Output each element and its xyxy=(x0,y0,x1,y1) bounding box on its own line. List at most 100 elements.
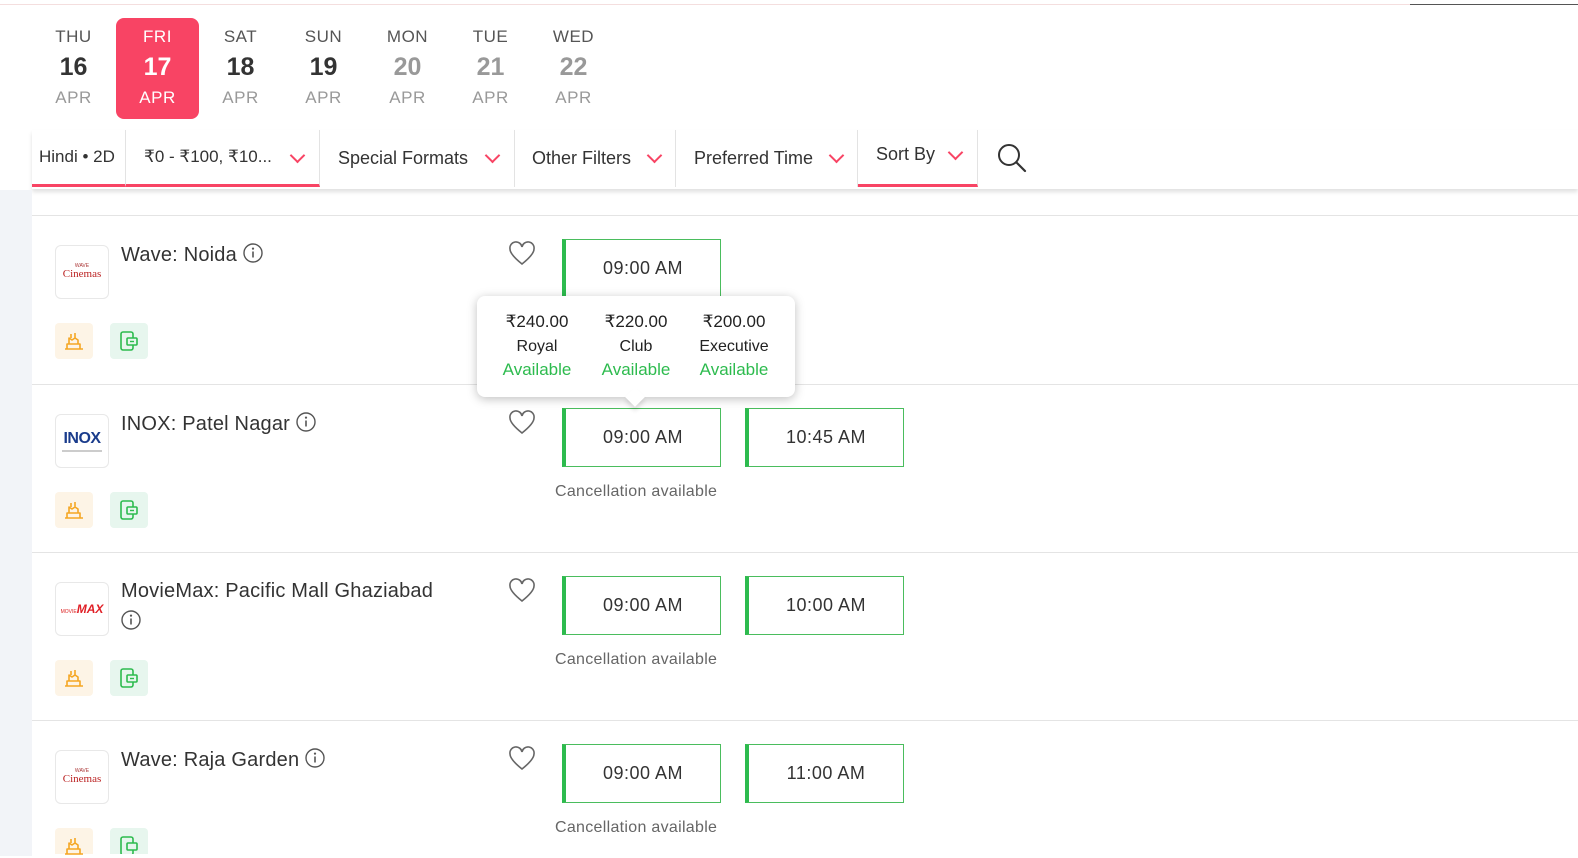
date-number: 21 xyxy=(476,53,505,81)
date-dow: WED xyxy=(552,27,595,46)
food-beverage-icon xyxy=(55,660,93,696)
chevron-down-icon xyxy=(289,147,306,164)
logo-text: MAX xyxy=(76,602,104,616)
logo-text: Cinemas xyxy=(62,268,102,280)
date-dow: SUN xyxy=(304,27,343,46)
food-beverage-icon xyxy=(55,323,93,359)
showtime-button[interactable]: 09:00 AM xyxy=(562,576,721,635)
search-icon[interactable] xyxy=(997,143,1027,173)
tooltip-seat-class: ₹240.00 Royal Available xyxy=(487,312,587,380)
showtime-button[interactable]: 10:45 AM xyxy=(745,408,904,467)
special-formats-filter[interactable]: Special Formats xyxy=(320,130,515,187)
venue-name[interactable]: MovieMax: Pacific Mall Ghaziabad xyxy=(121,580,433,636)
seat-price: ₹240.00 xyxy=(505,312,569,331)
cancellation-note: Cancellation available xyxy=(555,819,718,836)
seat-availability: Available xyxy=(699,360,769,379)
price-filter[interactable]: ₹0 - ₹100, ₹10... xyxy=(126,130,320,187)
favorite-heart-icon[interactable] xyxy=(508,578,536,604)
logo-text: INOX xyxy=(63,429,101,447)
venue-logo-inox: INOX xyxy=(55,414,109,468)
date-item-mon-20[interactable]: MON 20 APR xyxy=(366,18,449,119)
showtime-button[interactable]: 10:00 AM xyxy=(745,576,904,635)
date-number: 22 xyxy=(559,53,588,81)
date-number: 19 xyxy=(309,53,338,81)
showtime-button[interactable]: 09:00 AM xyxy=(562,239,721,298)
venue-name-text: Wave: Raja Garden xyxy=(121,749,300,771)
date-item-tue-21[interactable]: TUE 21 APR xyxy=(449,18,532,119)
info-icon[interactable] xyxy=(305,748,325,768)
cancellation-note: Cancellation available xyxy=(555,651,718,668)
language-format-filter[interactable]: Hindi • 2D xyxy=(32,130,126,187)
date-month: APR xyxy=(305,88,342,107)
date-month: APR xyxy=(472,88,509,107)
info-icon[interactable] xyxy=(121,610,141,630)
language-format-label: Hindi • 2D xyxy=(39,147,115,166)
logo-small-text: MOVIE xyxy=(60,609,77,615)
venue-name-text: INOX: Patel Nagar xyxy=(121,413,291,435)
venue-row-inox-patel-nagar: INOX INOX: Patel Nagar 09:00 AM 10:45 AM… xyxy=(32,384,1578,552)
date-dow: FRI xyxy=(143,27,172,46)
seat-price: ₹200.00 xyxy=(702,312,766,331)
m-ticket-icon xyxy=(110,492,148,528)
date-number: 20 xyxy=(393,53,422,81)
m-ticket-icon xyxy=(110,660,148,696)
food-beverage-icon xyxy=(55,492,93,528)
left-rail xyxy=(0,190,32,856)
date-item-thu-16[interactable]: THU 16 APR xyxy=(32,18,115,119)
special-formats-label: Special Formats xyxy=(338,148,469,168)
sort-by-filter[interactable]: Sort By xyxy=(858,130,978,187)
venue-row-moviemax-pacific-mall: MOVIEMAX MovieMax: Pacific Mall Ghaziaba… xyxy=(32,552,1578,720)
cancellation-note: Cancellation available xyxy=(555,483,718,500)
sort-by-label: Sort By xyxy=(876,143,936,164)
info-icon[interactable] xyxy=(296,412,316,432)
top-divider xyxy=(0,4,1410,5)
venue-name-text: Wave: Noida xyxy=(121,244,237,266)
info-icon[interactable] xyxy=(243,243,263,263)
date-number: 16 xyxy=(59,53,88,81)
price-filter-label: ₹0 - ₹100, ₹10... xyxy=(144,147,272,166)
venue-logo-moviemax: MOVIEMAX xyxy=(55,582,109,636)
venue-name[interactable]: Wave: Noida xyxy=(121,243,263,267)
date-month: APR xyxy=(222,88,259,107)
date-month: APR xyxy=(389,88,426,107)
venue-name[interactable]: INOX: Patel Nagar xyxy=(121,412,316,436)
showtime-button[interactable]: 11:00 AM xyxy=(745,744,904,803)
preferred-time-filter[interactable]: Preferred Time xyxy=(676,130,858,187)
date-item-sun-19[interactable]: SUN 19 APR xyxy=(282,18,365,119)
chevron-down-icon xyxy=(828,147,845,164)
date-dow: SAT xyxy=(223,27,258,46)
venue-logo-wave: WAVE Cinemas xyxy=(55,750,109,804)
seat-price: ₹220.00 xyxy=(604,312,668,331)
seat-availability: Available xyxy=(502,360,572,379)
date-month: APR xyxy=(55,88,92,107)
venue-name-text: MovieMax: Pacific Mall Ghaziabad xyxy=(121,580,434,602)
date-month: APR xyxy=(555,88,592,107)
tooltip-seat-class: ₹200.00 Executive Available xyxy=(684,312,784,380)
venue-row-wave-raja-garden: WAVE Cinemas Wave: Raja Garden 09:00 AM … xyxy=(32,720,1578,856)
tooltip-seat-class: ₹220.00 Club Available xyxy=(586,312,686,380)
seat-class-name: Executive xyxy=(699,338,769,355)
seat-class-name: Club xyxy=(619,338,653,355)
showtime-button[interactable]: 09:00 AM xyxy=(562,744,721,803)
date-item-sat-18[interactable]: SAT 18 APR xyxy=(199,18,282,119)
m-ticket-icon xyxy=(110,828,148,854)
chevron-down-icon xyxy=(484,147,501,164)
preferred-time-label: Preferred Time xyxy=(694,148,814,168)
favorite-heart-icon[interactable] xyxy=(508,241,536,267)
showtime-button[interactable]: 09:00 AM xyxy=(562,408,721,467)
date-number: 18 xyxy=(226,53,255,81)
date-dow: TUE xyxy=(472,27,509,46)
favorite-heart-icon[interactable] xyxy=(508,410,536,436)
date-item-wed-22[interactable]: WED 22 APR xyxy=(532,18,615,119)
food-beverage-icon xyxy=(55,828,93,855)
favorite-heart-icon[interactable] xyxy=(508,746,536,772)
venue-name[interactable]: Wave: Raja Garden xyxy=(121,748,325,772)
other-filters-filter[interactable]: Other Filters xyxy=(515,130,676,187)
date-item-fri-17[interactable]: FRI 17 APR xyxy=(116,18,199,119)
logo-text: Cinemas xyxy=(62,773,102,785)
filter-bar: Hindi • 2D ₹0 - ₹100, ₹10... Special For… xyxy=(32,130,1578,189)
price-tooltip: ₹240.00 Royal Available ₹220.00 Club Ava… xyxy=(477,296,795,397)
top-divider-dark xyxy=(1410,4,1578,5)
date-month: APR xyxy=(139,88,176,107)
chevron-down-icon xyxy=(646,147,663,164)
